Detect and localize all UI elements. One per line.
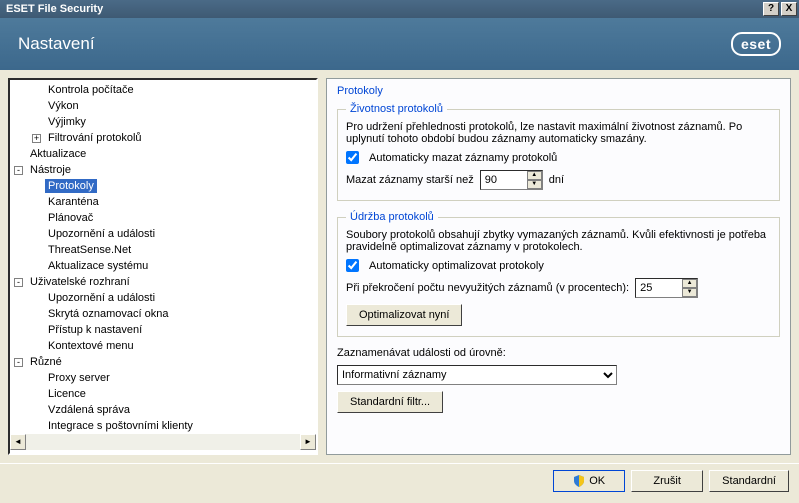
tree-item[interactable]: Výkon [45, 99, 82, 113]
tree-item-nastroje[interactable]: Nástroje [27, 163, 74, 177]
expand-icon[interactable]: + [32, 134, 41, 143]
close-button[interactable]: X [781, 2, 797, 16]
collapse-icon[interactable]: - [14, 358, 23, 367]
tree-item[interactable]: ThreatSense.Net [45, 243, 134, 257]
standard-button[interactable]: Standardní [709, 470, 789, 492]
days-input[interactable] [481, 171, 527, 189]
spin-up-icon[interactable]: ▲ [527, 171, 542, 180]
tree-item[interactable]: Filtrování protokolů [45, 131, 145, 145]
auto-optimize-checkbox[interactable] [346, 259, 359, 272]
scroll-left-icon[interactable]: ◄ [10, 434, 26, 450]
dialog-footer: OK Zrušit Standardní [0, 463, 799, 497]
row-text: Při překročení počtu nevyužitých záznamů… [346, 282, 629, 294]
tree-item-protokoly[interactable]: Protokoly [45, 179, 97, 193]
spin-up-icon[interactable]: ▲ [682, 279, 697, 288]
nav-tree[interactable]: Kontrola počítače Výkon Výjimky + Filtrov… [8, 78, 318, 455]
header-band: Nastavení eset [0, 18, 799, 70]
tree-item[interactable]: Plánovač [45, 211, 96, 225]
log-level-select[interactable]: Informativní záznamy [337, 365, 617, 385]
group-legend: Údržba protokolů [346, 211, 438, 223]
group-log-lifetime: Životnost protokolů Pro udržení přehledn… [337, 103, 780, 201]
percent-input[interactable] [636, 279, 682, 297]
optimize-now-button[interactable]: Optimalizovat nyní [346, 304, 462, 326]
brand-logo: eset [731, 32, 781, 56]
cancel-button[interactable]: Zrušit [631, 470, 703, 492]
tree-h-scrollbar[interactable]: ◄ ► [10, 434, 316, 450]
scroll-right-icon[interactable]: ► [300, 434, 316, 450]
tree-item[interactable]: Skrytá oznamovací okna [45, 307, 171, 321]
days-spinner[interactable]: ▲ ▼ [480, 170, 543, 190]
tree-item-ui[interactable]: Uživatelské rozhraní [27, 275, 133, 289]
tree-item-aktualizace[interactable]: Aktualizace [27, 147, 89, 161]
tree-item[interactable]: Vzdálená správa [45, 403, 133, 417]
settings-panel: Protokoly Životnost protokolů Pro udržen… [326, 78, 791, 455]
titlebar: ESET File Security ? X [0, 0, 799, 18]
tree-item[interactable]: Aktualizace systému [45, 259, 151, 273]
page-title: Nastavení [18, 34, 731, 54]
collapse-icon[interactable]: - [14, 278, 23, 287]
tree-item[interactable]: Proxy server [45, 371, 113, 385]
tree-item[interactable]: Kontextové menu [45, 339, 137, 353]
checkbox-label: Automaticky mazat záznamy protokolů [369, 152, 557, 164]
row-suffix: dní [549, 174, 564, 186]
tree-item[interactable]: Licence [45, 387, 89, 401]
group-legend: Životnost protokolů [346, 103, 447, 115]
group-desc: Pro udržení přehlednosti protokolů, lze … [346, 121, 771, 145]
auto-delete-checkbox[interactable] [346, 151, 359, 164]
ok-button[interactable]: OK [553, 470, 625, 492]
percent-spinner[interactable]: ▲ ▼ [635, 278, 698, 298]
tree-item[interactable]: Kontrola počítače [45, 83, 137, 97]
tree-item[interactable]: Výjimky [45, 115, 89, 129]
row-text: Mazat záznamy starší než [346, 174, 474, 186]
window-title: ESET File Security [6, 3, 761, 15]
help-button[interactable]: ? [763, 2, 779, 16]
spin-down-icon[interactable]: ▼ [682, 288, 697, 297]
group-log-maintenance: Údržba protokolů Soubory protokolů obsah… [337, 211, 780, 337]
spin-down-icon[interactable]: ▼ [527, 180, 542, 189]
panel-title: Protokoly [337, 85, 780, 97]
tree-item[interactable]: Integrace s poštovními klienty [45, 419, 196, 433]
standard-filter-button[interactable]: Standardní filtr... [337, 391, 443, 413]
checkbox-label: Automaticky optimalizovat protokoly [369, 260, 544, 272]
group-desc: Soubory protokolů obsahují zbytky vymaza… [346, 229, 771, 253]
tree-item[interactable]: Upozornění a události [45, 291, 158, 305]
tree-item[interactable]: Upozornění a události [45, 227, 158, 241]
collapse-icon[interactable]: - [14, 166, 23, 175]
main-area: Kontrola počítače Výkon Výjimky + Filtrov… [0, 70, 799, 463]
shield-icon [573, 475, 585, 487]
level-label: Zaznamenávat události od úrovně: [337, 347, 780, 359]
tree-item-ruzne[interactable]: Různé [27, 355, 65, 369]
tree-item[interactable]: Přístup k nastavení [45, 323, 145, 337]
tree-item[interactable]: Karanténa [45, 195, 102, 209]
